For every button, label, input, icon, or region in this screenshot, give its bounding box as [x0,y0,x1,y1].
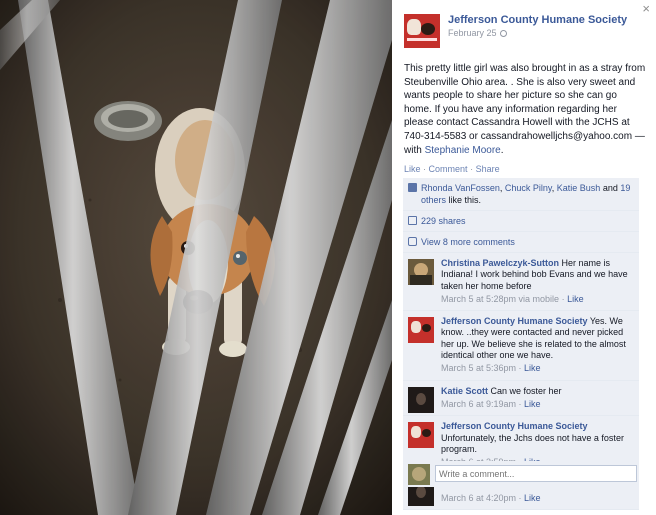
separator: · [516,398,525,409]
separator: · [423,164,427,174]
dog-in-kennel-photo [0,0,392,515]
comment-author-link[interactable]: Jefferson County Humane Society [441,316,588,326]
comment-composer [403,461,639,487]
comment-meta: March 6 at 9:19am · Like [441,399,633,410]
and-text: and [600,183,621,193]
post-actions: Like · Comment · Share [404,164,500,174]
tagged-user-link[interactable]: Stephanie Moore [425,145,501,156]
post-date-text[interactable]: February 25 [448,28,497,38]
comment-time[interactable]: March 6 at 9:19am [441,399,516,409]
post-date[interactable]: February 25 [448,28,507,38]
comment-text: Unfortunately, the Jchs does not have a … [441,432,624,454]
comment-time[interactable]: March 5 at 5:36pm [441,363,516,373]
comment-time[interactable]: March 6 at 4:20pm [441,493,516,503]
comment-item: Jefferson County Humane Society Yes. We … [403,311,639,381]
comment-meta: March 5 at 5:28pm via mobile · Like [441,294,633,305]
comment-author-link[interactable]: Jefferson County Humane Society [441,421,588,431]
separator: · [470,164,474,174]
separator: · [559,293,568,304]
shares-link[interactable]: 229 shares [421,216,466,226]
page-avatar[interactable] [404,14,440,48]
comment-text: Can we foster her [488,385,562,396]
likes-row: Rhonda VanFossen, Chuck Pilny, Katie Bus… [403,178,639,211]
photo-viewer: × Jefferson County Humane Society Februa… [0,0,656,515]
separator: · [516,492,525,503]
comment-item: Katie Scott Can we foster her March 6 at… [403,381,639,417]
post-header: Jefferson County Humane Society February… [404,14,644,50]
comment-bubble-icon [408,237,417,246]
like-this-text: like this. [446,195,482,205]
comment-meta: March 6 at 4:20pm · Like [441,493,633,504]
liker-link[interactable]: Chuck Pilny [505,183,552,193]
comment-time[interactable]: March 5 at 5:28pm via mobile [441,294,559,304]
comment-link[interactable]: Comment [429,164,468,174]
post-text-main: This pretty little girl was also brought… [404,63,646,142]
post-text-end: . [500,144,504,156]
view-more-row: View 8 more comments [403,232,639,253]
comment-like-link[interactable]: Like [524,493,541,503]
thumbs-up-icon [408,183,417,192]
separator: · [516,363,525,374]
shares-row: 229 shares [403,211,639,232]
comment-like-link[interactable]: Like [567,294,584,304]
comment-item: Christina Pawelczyk-Sutton Her name is I… [403,253,639,312]
page-name-link[interactable]: Jefferson County Humane Society [448,14,627,26]
globe-icon [499,30,507,37]
comment-meta: March 5 at 5:36pm · Like [441,363,633,374]
comment-like-link[interactable]: Like [524,363,541,373]
current-user-avatar [408,464,430,485]
comment-author-link[interactable]: Christina Pawelczyk-Sutton [441,258,559,268]
commenter-avatar[interactable] [408,386,434,413]
photo[interactable] [0,0,392,515]
comment-like-link[interactable]: Like [524,399,541,409]
liker-link[interactable]: Rhonda VanFossen [421,183,500,193]
share-link[interactable]: Share [476,164,500,174]
liker-link[interactable]: Katie Bush [557,183,601,193]
commenter-avatar[interactable] [408,422,434,449]
like-link[interactable]: Like [404,164,421,174]
commenter-avatar[interactable] [408,259,434,285]
commenter-avatar[interactable] [408,317,434,344]
view-more-comments-link[interactable]: View 8 more comments [421,237,515,247]
post-text: This pretty little girl was also brought… [404,62,646,157]
comment-author-link[interactable]: Katie Scott [441,386,488,396]
write-comment-input[interactable] [435,465,637,482]
share-icon [408,216,417,225]
